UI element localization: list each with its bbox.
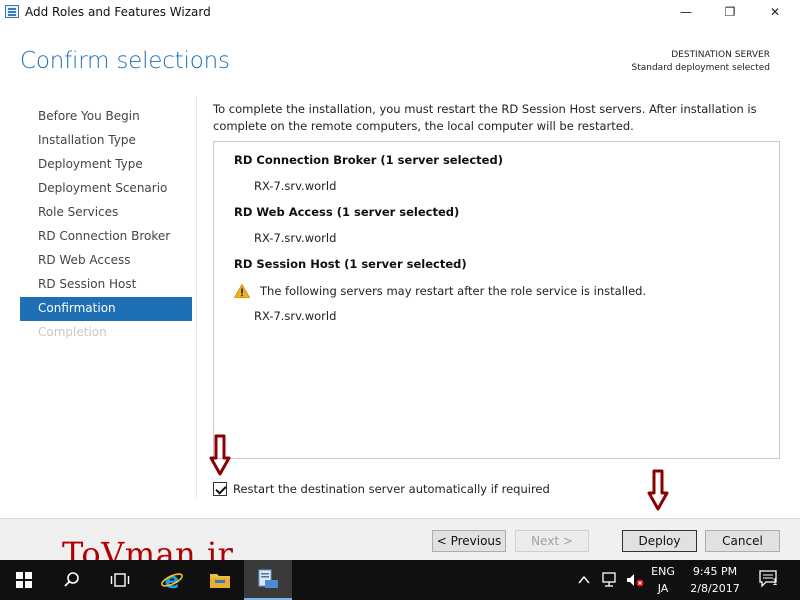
selection-summary-box: RD Connection Broker (1 server selected)… [213, 141, 780, 459]
cancel-button[interactable]: Cancel [705, 530, 780, 552]
taskbar-file-explorer[interactable] [196, 560, 244, 600]
role-heading-rd-web-access: RD Web Access (1 server selected) [234, 205, 460, 219]
restart-warning-text: The following servers may restart after … [260, 284, 647, 298]
role-server-rd-connection-broker: RX-7.srv.world [254, 179, 337, 193]
search-button[interactable] [48, 560, 96, 600]
page-title: Confirm selections [20, 48, 230, 74]
role-heading-rd-session-host: RD Session Host (1 server selected) [234, 257, 467, 271]
restart-checkbox[interactable] [213, 482, 227, 496]
destination-server-value: Standard deployment selected [631, 63, 771, 73]
window-title: Add Roles and Features Wizard [25, 5, 211, 19]
volume-muted-icon[interactable] [625, 572, 645, 588]
wizard-app-icon [5, 5, 19, 18]
annotation-arrow-down-icon [209, 434, 231, 476]
nav-divider [196, 97, 197, 499]
taskbar-internet-explorer[interactable]: e [148, 560, 196, 600]
role-server-rd-session-host: RX-7.srv.world [254, 309, 337, 323]
next-button: Next > [515, 530, 589, 552]
folder-icon [210, 574, 230, 588]
start-button[interactable] [0, 560, 48, 600]
notification-count-badge: 1 [772, 578, 778, 588]
taskbar-server-manager[interactable] [244, 560, 292, 600]
destination-server-label: DESTINATION SERVER [671, 50, 770, 60]
wizard-nav: Before You Begin Installation Type Deplo… [20, 105, 192, 345]
nav-item-before-you-begin[interactable]: Before You Begin [20, 105, 192, 129]
show-hidden-icons-chevron-icon[interactable] [578, 575, 590, 585]
nav-item-rd-connection-broker[interactable]: RD Connection Broker [20, 225, 192, 249]
nav-item-installation-type[interactable]: Installation Type [20, 129, 192, 153]
svg-text:e: e [165, 569, 180, 592]
internet-explorer-icon: e [161, 569, 183, 592]
clock-date[interactable]: 2/8/2017 [684, 582, 746, 595]
nav-item-rd-session-host[interactable]: RD Session Host [20, 273, 192, 297]
clock-time[interactable]: 9:45 PM [684, 565, 746, 578]
nav-item-deployment-scenario[interactable]: Deployment Scenario [20, 177, 192, 201]
restart-option-row[interactable]: Restart the destination server automatic… [213, 481, 550, 497]
previous-button[interactable]: < Previous [432, 530, 506, 552]
title-bar: Add Roles and Features Wizard — ❐ ✕ [0, 0, 800, 24]
input-language-top[interactable]: ENG [648, 565, 678, 578]
task-view-button[interactable] [96, 560, 144, 600]
restart-checkbox-label[interactable]: Restart the destination server automatic… [233, 482, 550, 496]
search-icon [64, 572, 79, 587]
close-button[interactable]: ✕ [752, 0, 798, 24]
windows-logo-icon [16, 572, 32, 588]
maximize-button[interactable]: ❐ [707, 0, 753, 24]
nav-item-role-services[interactable]: Role Services [20, 201, 192, 225]
deploy-button[interactable]: Deploy [622, 530, 697, 552]
network-icon[interactable] [601, 572, 619, 588]
role-server-rd-web-access: RX-7.srv.world [254, 231, 337, 245]
nav-item-rd-web-access[interactable]: RD Web Access [20, 249, 192, 273]
action-center-button[interactable]: 1 [758, 569, 780, 589]
minimize-button[interactable]: — [663, 0, 709, 24]
input-language-bottom[interactable]: JA [648, 582, 678, 595]
nav-item-completion: Completion [38, 325, 107, 339]
annotation-arrow-down-icon [647, 469, 669, 511]
warning-icon [234, 284, 250, 298]
nav-item-deployment-type[interactable]: Deployment Type [20, 153, 192, 177]
nav-item-confirmation[interactable]: Confirmation [20, 297, 192, 321]
role-heading-rd-connection-broker: RD Connection Broker (1 server selected) [234, 153, 503, 167]
taskbar: e ENG JA 9:45 PM 2/8/2017 1 [0, 560, 800, 600]
server-manager-icon [258, 569, 278, 588]
task-view-icon [110, 573, 130, 587]
intro-text: To complete the installation, you must r… [213, 102, 757, 133]
